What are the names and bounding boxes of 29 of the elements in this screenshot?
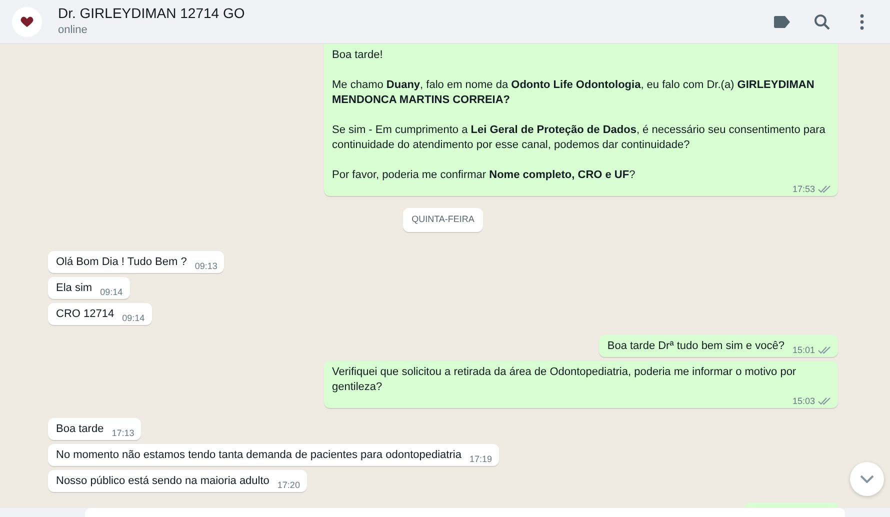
- message-text: Boa tarde!: [332, 48, 384, 63]
- chevron-down-icon: [860, 475, 874, 483]
- message-text: Ela sim: [56, 280, 92, 296]
- message-text: CRO 12714: [56, 306, 114, 322]
- message-input-field[interactable]: [85, 508, 845, 517]
- message-text: Olá Bom Dia ! Tudo Bem ?: [56, 254, 187, 270]
- message-time: 09:14: [100, 286, 123, 298]
- date-chip: QUINTA-FEIRA: [402, 208, 484, 232]
- message-time: 09:14: [122, 312, 145, 324]
- message-text: Boa tarde Drª tudo bem sim e você?: [607, 338, 784, 354]
- message-text: Se sim - Em cumprimento a Lei Geral de Proteção de Dados, é necessário seu consentimento para continuidade do atendimento por esse canal, podemos dar continuidade?: [332, 123, 826, 153]
- message-time: 17:20: [277, 478, 300, 490]
- message-time: 09:13: [194, 260, 218, 272]
- contact-avatar[interactable]: [12, 6, 42, 36]
- message-text: Por favor, poderia me confirmar Nome completo, CRO e UF?: [332, 168, 636, 183]
- message-text: Verifiquei que solicitou a retirada da área de Odontopediatria, poderia me informar o motivo por gentileza?: [332, 364, 798, 394]
- message-text: Boa tarde: [56, 422, 104, 436]
- scroll-down-button[interactable]: [850, 462, 884, 496]
- message-text: Nosso público está sendo na maioria adulto: [56, 474, 270, 488]
- message-time: 15:01: [792, 344, 815, 356]
- message-time: 15:03: [792, 394, 815, 406]
- contact-name: Dr. GIRLEYDIMAN 12714 GO: [58, 4, 246, 22]
- heart-icon: [20, 16, 34, 28]
- message-time: 17:19: [469, 452, 492, 464]
- message-text: No momento não estamos tendo tanta demanda de pacientes para odontopediatria: [56, 448, 462, 462]
- message-time: 17:13: [112, 426, 134, 438]
- message-text: Me chamo Duany, falo em nome da Odonto Life Odontologia, eu falo com Dr.(a) GIRLEYDIMAN MENDONCA MARTINS CORREIA?: [332, 78, 816, 108]
- contact-status: online: [58, 22, 88, 38]
- message-time: 17:53: [792, 183, 815, 195]
